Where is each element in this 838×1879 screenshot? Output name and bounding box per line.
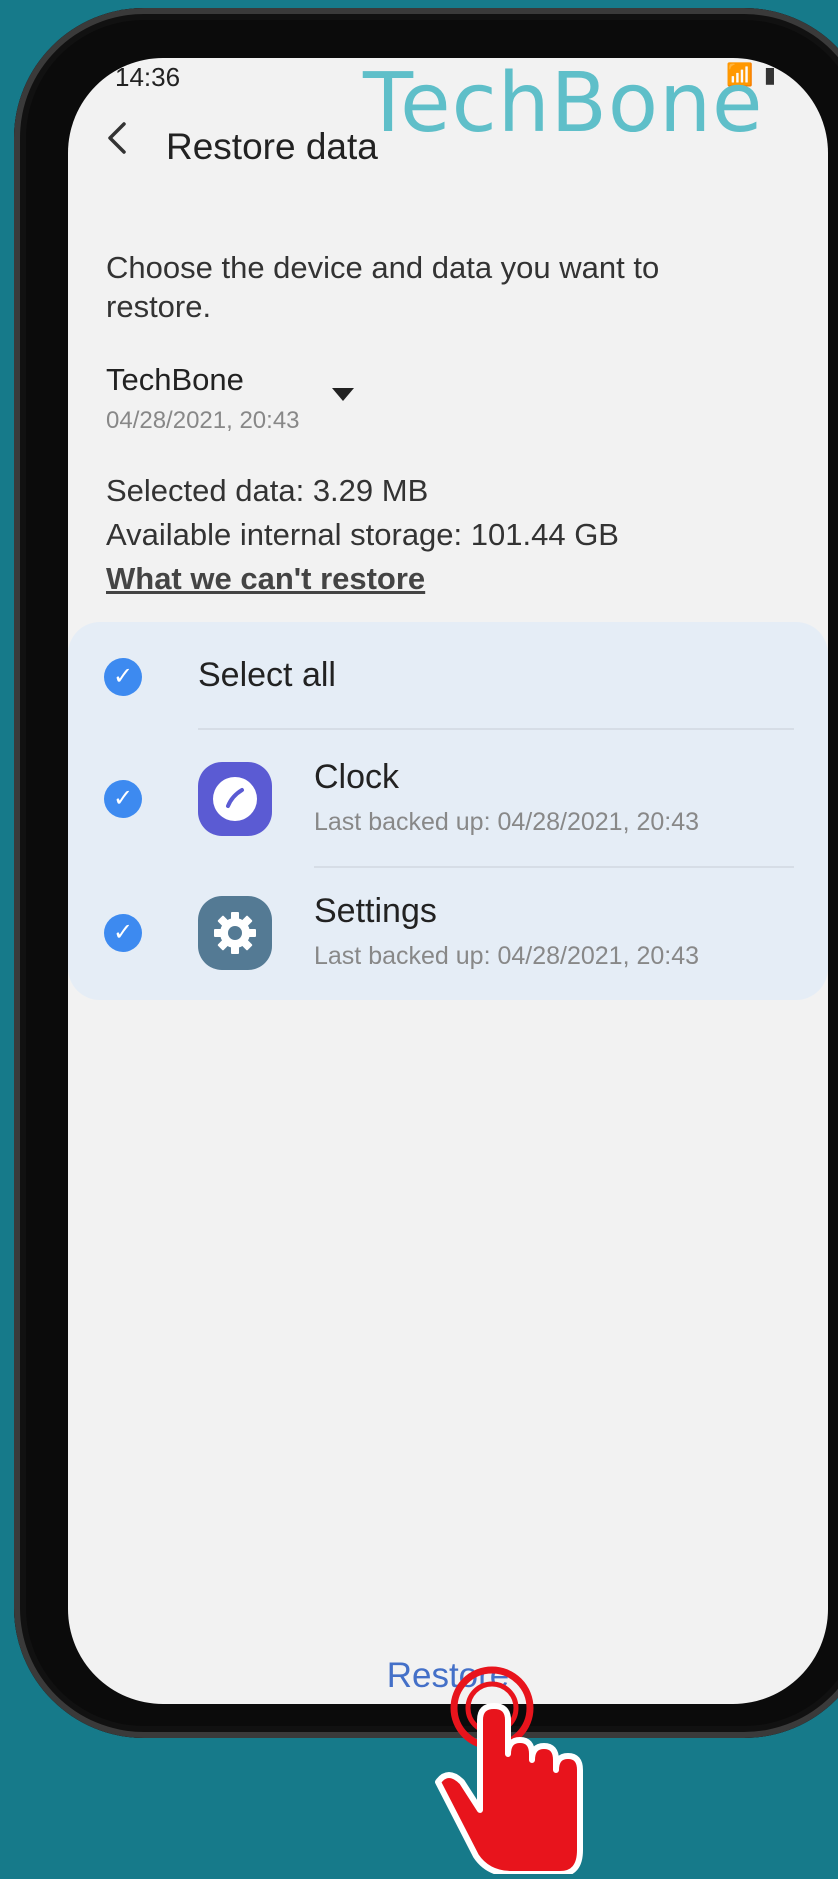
settings-backup-date: Last backed up: 04/28/2021, 20:43 <box>314 942 700 970</box>
watermark-logo: TechBone <box>363 58 764 151</box>
list-item-settings[interactable]: ✓ Settings Last backed up: 04/28/2021, 2… <box>68 868 828 1000</box>
select-all-row[interactable]: ✓ Select all <box>68 622 828 732</box>
description-text: Choose the device and data you want to r… <box>106 250 660 324</box>
clock-icon <box>198 762 272 836</box>
select-all-label: Select all <box>198 656 336 694</box>
back-arrow-icon[interactable] <box>104 116 130 171</box>
cant-restore-link[interactable]: What we can't restore <box>106 561 425 597</box>
device-backup-date: 04/28/2021, 20:43 <box>106 407 300 434</box>
gear-icon <box>198 896 272 970</box>
dropdown-arrow-icon[interactable] <box>332 388 354 401</box>
tap-pointer-hand-icon <box>432 1660 612 1879</box>
list-item-clock[interactable]: ✓ Clock Last backed up: 04/28/2021, 20:4… <box>68 732 828 868</box>
clock-label: Clock <box>314 758 400 796</box>
screen: 14:36 📶 ▮ TechBone Restore data Choose t… <box>68 58 828 1704</box>
clock-backup-date: Last backed up: 04/28/2021, 20:43 <box>314 808 700 836</box>
select-all-checkbox[interactable]: ✓ <box>104 658 142 696</box>
settings-checkbox[interactable]: ✓ <box>104 914 142 952</box>
available-storage-text: Available internal storage: 101.44 GB <box>106 517 619 552</box>
status-time: 14:36 <box>115 62 181 92</box>
clock-checkbox[interactable]: ✓ <box>104 780 142 818</box>
phone-frame: 14:36 📶 ▮ TechBone Restore data Choose t… <box>14 8 838 1738</box>
divider <box>198 728 794 730</box>
data-list: ✓ Select all ✓ Clock Last backed up: 04/… <box>68 622 828 1000</box>
device-name[interactable]: TechBone <box>106 362 244 398</box>
page-title: Restore data <box>166 126 378 167</box>
selected-data-text: Selected data: 3.29 MB <box>106 473 429 508</box>
settings-label: Settings <box>314 892 437 930</box>
